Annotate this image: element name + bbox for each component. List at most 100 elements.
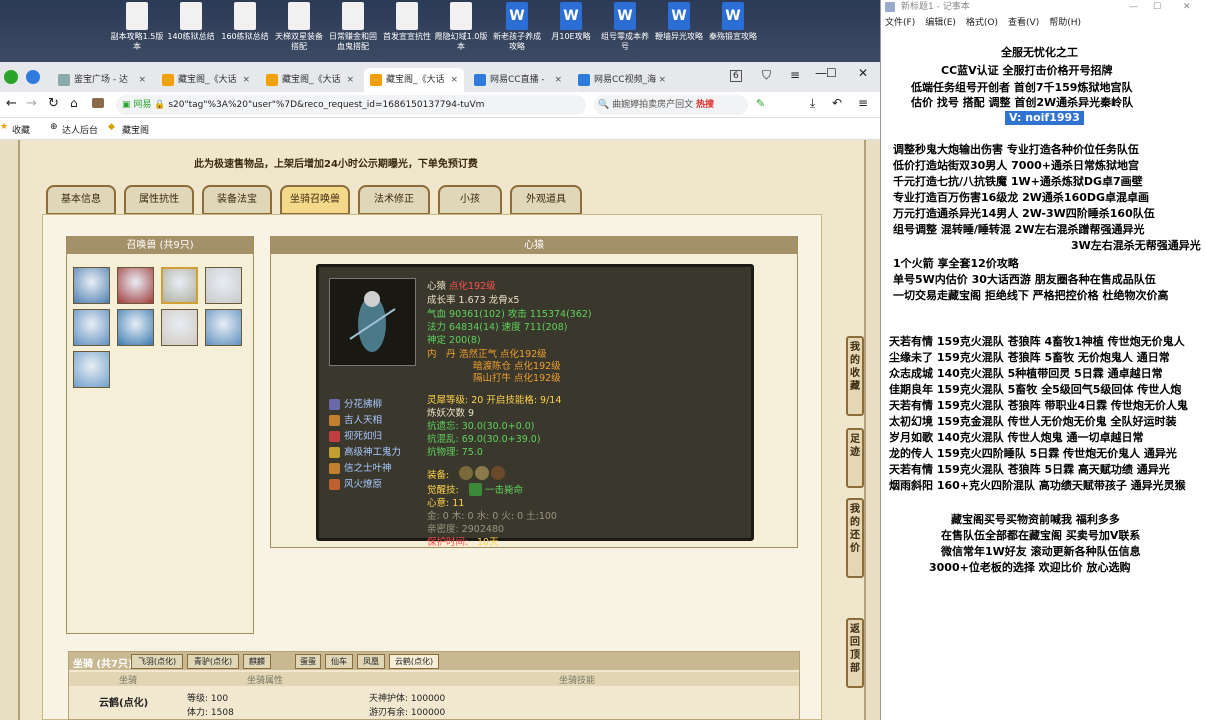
desktop-icon[interactable]: W 新老孩子养成攻略 bbox=[490, 2, 544, 52]
mount-tab[interactable]: 云鹤(点化) bbox=[389, 654, 439, 669]
skill-icon[interactable] bbox=[329, 399, 340, 410]
maximize-button[interactable]: ☐ bbox=[826, 66, 837, 80]
pet-thumbnail[interactable] bbox=[205, 309, 242, 346]
game-tab[interactable]: 外观道具 bbox=[510, 185, 582, 215]
equip-slot-3-icon[interactable] bbox=[491, 466, 505, 480]
bookmark-favorites[interactable]: 收藏 bbox=[12, 123, 30, 136]
equip-slot-1-icon[interactable] bbox=[459, 466, 473, 480]
pet-thumbnail[interactable] bbox=[161, 267, 198, 304]
notepad-line: 藏宝阁买号买物资前喊我 福利多多 bbox=[951, 513, 1120, 526]
browser-tab[interactable]: 鉴宝广场 - 达 × bbox=[52, 68, 152, 92]
desktop-icon[interactable]: 天梯双星装备搭配 bbox=[272, 2, 326, 52]
text-doc-icon bbox=[342, 2, 364, 30]
notepad-close[interactable]: ✕ bbox=[1183, 0, 1191, 14]
home-icon[interactable]: ⌂ bbox=[70, 96, 78, 110]
notepad-menu-item[interactable]: 编辑(E) bbox=[925, 18, 956, 28]
shirt-icon[interactable]: ⛉ bbox=[762, 68, 771, 83]
notepad-menu-item[interactable]: 查看(V) bbox=[1008, 18, 1039, 28]
desktop-icon[interactable]: 副本攻略1.5版本 bbox=[110, 2, 164, 52]
desktop-icon[interactable]: W 组号零成本养号 bbox=[598, 2, 652, 52]
pet-thumbnail[interactable] bbox=[73, 351, 110, 388]
browser-tab[interactable]: 网易CC直播 - × bbox=[468, 68, 568, 92]
download-icon[interactable]: ⤓ bbox=[810, 96, 815, 111]
browser-tab[interactable]: 网易CC视频_海 × bbox=[572, 68, 672, 92]
word-doc-icon: W bbox=[722, 2, 744, 30]
game-tab[interactable]: 基本信息 bbox=[46, 185, 116, 215]
bookmark-daren[interactable]: 达人后台 bbox=[62, 123, 98, 136]
skill-icon[interactable] bbox=[329, 479, 340, 490]
pet-thumbnail[interactable] bbox=[205, 267, 242, 304]
desktop-icon[interactable]: 日常赚金和固血鬼搭配 bbox=[326, 2, 380, 52]
desktop-icon-label: 副本攻略1.5版本 bbox=[110, 32, 164, 51]
extension-icon[interactable]: ✎ bbox=[756, 97, 765, 110]
skill-icon[interactable] bbox=[329, 447, 340, 458]
desktop-icon[interactable]: W 月10E攻略 bbox=[544, 2, 598, 42]
tab-counter-badge[interactable]: 6 bbox=[730, 70, 742, 82]
tab-favicon-icon bbox=[162, 74, 174, 86]
notepad-menu-item[interactable]: 格式(O) bbox=[966, 18, 998, 28]
mount-tab[interactable]: 飞羽(点化) bbox=[131, 654, 183, 669]
more-icon[interactable]: ≡ bbox=[858, 96, 868, 110]
tab-close-icon[interactable]: × bbox=[554, 68, 562, 92]
browser-logo-icon[interactable] bbox=[4, 70, 18, 84]
tab-close-icon[interactable]: × bbox=[138, 68, 146, 92]
refresh-icon[interactable]: ↻ bbox=[48, 96, 59, 111]
browser-tab[interactable]: 藏宝阁_《大话 × bbox=[364, 68, 464, 92]
tab-close-icon[interactable]: × bbox=[658, 68, 666, 92]
close-button[interactable]: ✕ bbox=[858, 66, 868, 80]
mount-tab[interactable]: 麒麟 bbox=[243, 654, 271, 669]
mount-tab[interactable]: 凤凰 bbox=[357, 654, 385, 669]
mount-tab[interactable]: 青驴(点化) bbox=[187, 654, 239, 669]
side-button[interactable]: 返回顶部 bbox=[846, 618, 864, 688]
desktop-icon[interactable]: 霞隐幻域1.0版本 bbox=[434, 2, 488, 52]
browser-tab[interactable]: 藏宝阁_《大话 × bbox=[156, 68, 256, 92]
desktop-icon[interactable]: 160练狱总结 bbox=[218, 2, 272, 42]
undo-icon[interactable]: ↶ bbox=[832, 96, 842, 110]
back-icon[interactable]: ← bbox=[6, 96, 17, 111]
game-tab[interactable]: 装备法宝 bbox=[202, 185, 272, 215]
desktop-icon[interactable]: W 鞭墙异光攻略 bbox=[652, 2, 706, 42]
browser-tab[interactable]: 藏宝阁_《大话 × bbox=[260, 68, 360, 92]
notepad-maximize[interactable]: ☐ bbox=[1153, 0, 1161, 14]
tab-close-icon[interactable]: × bbox=[450, 68, 458, 92]
skill-icon[interactable] bbox=[329, 415, 340, 426]
desktop-icon[interactable]: 140练狱总结 bbox=[164, 2, 218, 42]
notepad-minimize[interactable]: — bbox=[1129, 0, 1138, 14]
game-tab[interactable]: 属性抗性 bbox=[124, 185, 194, 215]
neidan-1: 浩然正气 点化192级 bbox=[459, 349, 547, 360]
mount-title: 坐骑 (共7只) bbox=[73, 659, 133, 670]
nav-icon[interactable] bbox=[26, 70, 40, 84]
bookmark-cbg[interactable]: 藏宝阁 bbox=[122, 123, 149, 136]
side-button[interactable]: 足迹 bbox=[846, 428, 864, 488]
game-tab[interactable]: 小孩 bbox=[438, 185, 502, 215]
desktop-icon[interactable]: W 秦殇锻宣攻略 bbox=[706, 2, 760, 42]
pet-thumbnail[interactable] bbox=[117, 267, 154, 304]
tab-close-icon[interactable]: × bbox=[242, 68, 250, 92]
mount-tab[interactable]: 仙车 bbox=[325, 654, 353, 669]
search-box[interactable]: 🔍 曲婉婷拍卖房产回文 热搜 bbox=[594, 95, 748, 115]
equip-slot-2-icon[interactable] bbox=[475, 466, 489, 480]
pet-thumbnail[interactable] bbox=[161, 309, 198, 346]
pet-thumbnail[interactable] bbox=[73, 267, 110, 304]
side-button[interactable]: 我的收藏 bbox=[846, 336, 864, 416]
skill-name: 信之士叶神 bbox=[344, 463, 392, 474]
notepad-menu-item[interactable]: 帮助(H) bbox=[1049, 18, 1081, 28]
mount-tab[interactable]: 蛋蛋 bbox=[295, 654, 321, 669]
game-tab[interactable]: 法术修正 bbox=[358, 185, 430, 215]
protect-label: 保护时间: bbox=[427, 537, 469, 548]
url-field[interactable]: ▣ 网易 🔒 s20"tag"%3A%20"user"%7D&reco_requ… bbox=[116, 95, 586, 115]
forward-icon[interactable]: → bbox=[26, 96, 37, 111]
lianyao-count: 炼妖次数 9 bbox=[427, 408, 475, 419]
wallet-icon[interactable] bbox=[92, 98, 104, 108]
pet-thumbnail[interactable] bbox=[117, 309, 154, 346]
game-tab[interactable]: 坐骑召唤兽 bbox=[280, 185, 350, 215]
menu-icon[interactable]: ≡ bbox=[790, 68, 800, 82]
pet-thumbnail[interactable] bbox=[73, 309, 110, 346]
desktop-icon[interactable]: 首发宣宣抗性 bbox=[380, 2, 434, 42]
desktop-icon-label: 新老孩子养成攻略 bbox=[493, 32, 541, 51]
skill-icon[interactable] bbox=[329, 431, 340, 442]
tab-close-icon[interactable]: × bbox=[346, 68, 354, 92]
side-button[interactable]: 我的还价 bbox=[846, 498, 864, 578]
notepad-menu-item[interactable]: 文件(F) bbox=[885, 18, 915, 28]
skill-icon[interactable] bbox=[329, 463, 340, 474]
